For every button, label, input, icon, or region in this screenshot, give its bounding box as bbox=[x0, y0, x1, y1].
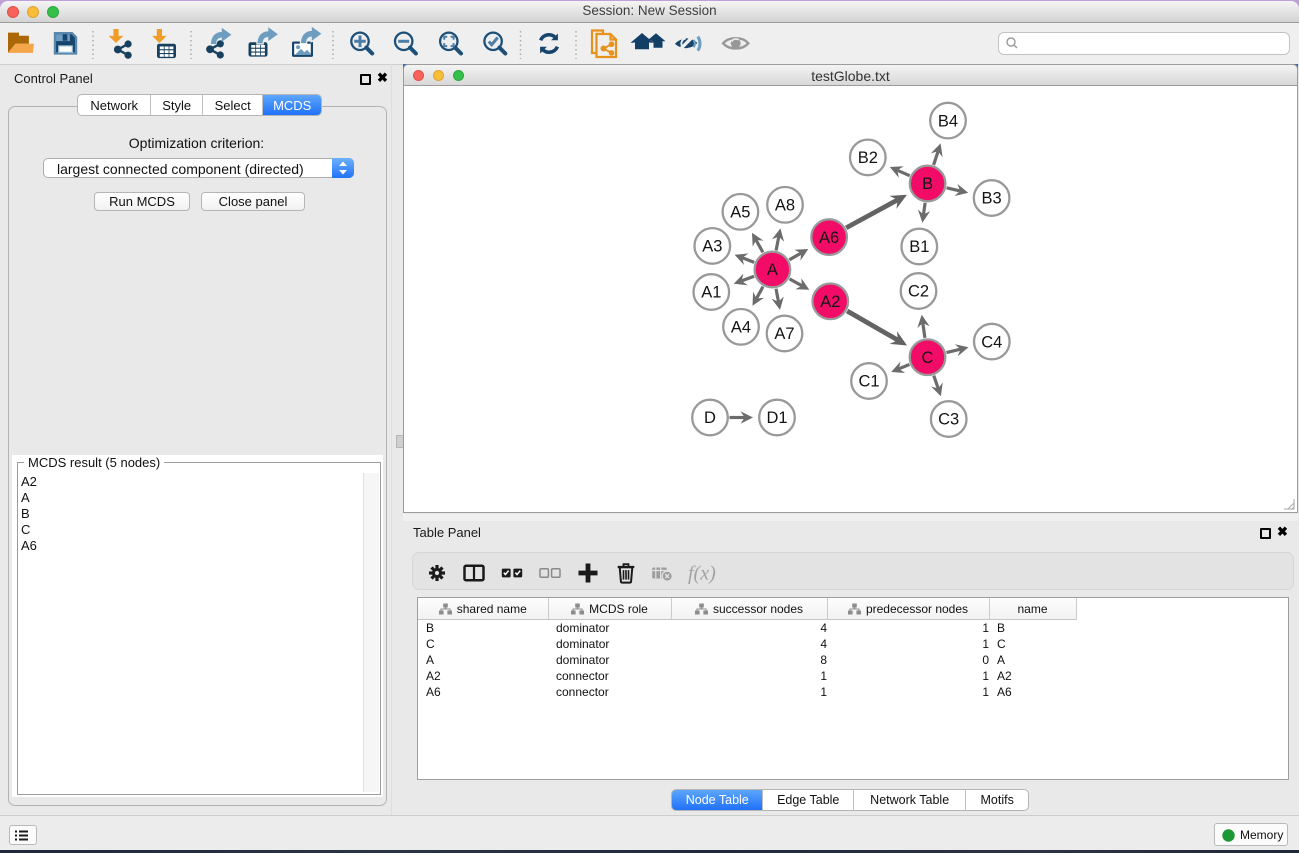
svg-text:B1: B1 bbox=[909, 238, 929, 256]
svg-text:B3: B3 bbox=[982, 190, 1002, 208]
svg-text:B: B bbox=[922, 175, 933, 193]
svg-text:A2: A2 bbox=[820, 293, 840, 311]
svg-text:A6: A6 bbox=[819, 229, 839, 247]
svg-text:C: C bbox=[922, 349, 934, 367]
svg-text:f(x): f(x) bbox=[688, 563, 716, 585]
svg-text:A8: A8 bbox=[775, 197, 795, 215]
svg-text:D1: D1 bbox=[766, 409, 787, 427]
svg-text:A: A bbox=[767, 261, 778, 279]
svg-text:A3: A3 bbox=[702, 238, 722, 256]
svg-text:D: D bbox=[704, 409, 716, 427]
svg-text:B4: B4 bbox=[938, 112, 958, 130]
svg-text:A5: A5 bbox=[730, 204, 750, 222]
svg-text:C3: C3 bbox=[938, 411, 959, 429]
svg-text:A7: A7 bbox=[774, 325, 794, 343]
svg-text:C1: C1 bbox=[858, 373, 879, 391]
svg-text:B2: B2 bbox=[858, 149, 878, 167]
svg-text:C4: C4 bbox=[981, 333, 1002, 351]
svg-text:C2: C2 bbox=[908, 283, 929, 301]
svg-text:A1: A1 bbox=[701, 284, 721, 302]
svg-text:A4: A4 bbox=[731, 319, 751, 337]
